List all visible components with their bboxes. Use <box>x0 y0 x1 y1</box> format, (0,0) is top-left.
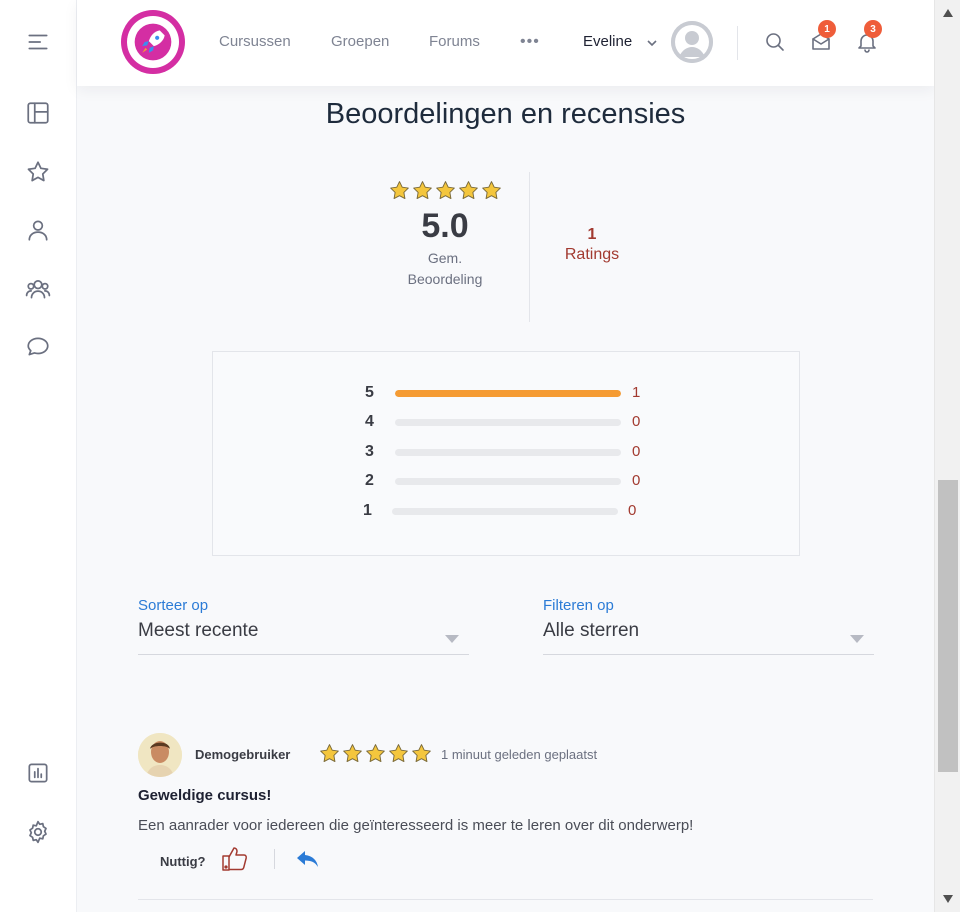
nav-forums[interactable]: Forums <box>429 33 480 50</box>
page-scrollbar[interactable] <box>934 0 960 912</box>
rating-row-stars: 4 <box>365 413 374 430</box>
site-logo[interactable] <box>121 10 185 74</box>
reply-icon[interactable] <box>296 849 320 869</box>
nav-more-button[interactable]: ••• <box>520 33 540 51</box>
review-stars <box>319 743 432 764</box>
rating-row-stars: 1 <box>363 502 372 519</box>
rating-row-3[interactable]: 3 0 <box>213 441 801 463</box>
rating-row-count: 1 <box>632 384 641 401</box>
rating-row-count: 0 <box>632 413 641 430</box>
rating-row-2[interactable]: 2 0 <box>213 470 801 492</box>
rocket-icon <box>127 16 179 68</box>
average-label-line2: Beoordeling <box>407 271 483 287</box>
average-label-line1: Gem. <box>427 250 463 266</box>
rating-bar-track <box>392 508 618 515</box>
average-rating-summary: 5.0 Gem. Beoordeling <box>384 180 506 290</box>
star-icon <box>411 743 432 764</box>
rating-bar-track <box>395 449 621 456</box>
summary-divider <box>529 172 530 322</box>
analytics-icon[interactable] <box>24 759 52 787</box>
sort-value: Meest recente <box>138 620 259 641</box>
star-icon <box>319 743 340 764</box>
rating-row-stars: 5 <box>365 384 374 401</box>
action-divider <box>274 849 275 869</box>
rating-row-count: 0 <box>632 472 641 489</box>
nav-groepen[interactable]: Groepen <box>331 33 389 50</box>
star-icon <box>342 743 363 764</box>
user-icon[interactable] <box>24 216 52 244</box>
rating-bar-fill <box>395 390 621 397</box>
review-separator <box>138 899 873 900</box>
star-icon <box>435 180 456 201</box>
review-text: Een aanrader voor iedereen die geïnteres… <box>138 817 694 834</box>
average-rating-value: 5.0 <box>421 207 469 245</box>
star-icon[interactable] <box>24 158 52 186</box>
user-name[interactable]: Eveline <box>583 33 632 50</box>
rating-bar-track <box>395 419 621 426</box>
thumbs-up-icon[interactable] <box>220 844 250 872</box>
left-sidebar <box>0 0 77 912</box>
filter-select[interactable]: Alle sterren <box>543 620 874 655</box>
scroll-down-arrow-icon[interactable] <box>941 892 955 906</box>
star-icon <box>365 743 386 764</box>
groups-icon[interactable] <box>24 275 52 303</box>
reviewer-avatar[interactable] <box>138 733 182 777</box>
ratings-label: Ratings <box>564 246 620 263</box>
filter-label: Filteren op <box>543 597 614 614</box>
rating-breakdown: 5 1 4 0 3 0 2 0 1 0 <box>212 351 800 556</box>
messages-badge: 1 <box>818 20 836 38</box>
rating-row-stars: 3 <box>365 443 374 460</box>
star-icon <box>412 180 433 201</box>
rating-row-4[interactable]: 4 0 <box>213 411 801 433</box>
filter-dropdown[interactable]: Filteren op Alle sterren <box>543 597 874 655</box>
forum-chat-icon[interactable] <box>24 333 52 361</box>
rating-row-1[interactable]: 1 0 <box>213 500 801 522</box>
caret-down-icon <box>445 630 459 643</box>
star-icon <box>481 180 502 201</box>
chevron-down-icon[interactable] <box>646 36 658 48</box>
rating-bar-track <box>395 478 621 485</box>
search-icon[interactable] <box>763 30 787 54</box>
filter-value: Alle sterren <box>543 620 640 641</box>
rating-row-count: 0 <box>628 502 637 519</box>
sort-label: Sorteer op <box>138 597 209 614</box>
caret-down-icon <box>850 630 864 643</box>
rating-row-count: 0 <box>632 443 641 460</box>
page-title: Beoordelingen en recensies <box>325 98 686 130</box>
average-rating-label: Gem. Beoordeling <box>384 248 506 290</box>
top-header: Cursussen Groepen Forums ••• Eveline 1 3 <box>77 0 934 86</box>
star-icon <box>458 180 479 201</box>
average-stars <box>384 180 506 201</box>
gear-icon[interactable] <box>24 818 52 846</box>
helpful-label: Nuttig? <box>160 854 206 869</box>
sort-select[interactable]: Meest recente <box>138 620 469 655</box>
sort-dropdown[interactable]: Sorteer op Meest recente <box>138 597 469 655</box>
review-time: 1 minuut geleden geplaatst <box>441 747 598 762</box>
avatar[interactable] <box>671 21 713 63</box>
rating-bar-track <box>395 390 621 397</box>
dashboard-icon[interactable] <box>24 99 52 127</box>
ratings-count: 1 <box>587 226 597 243</box>
nav-cursussen[interactable]: Cursussen <box>219 33 291 50</box>
ratings-total: 1 Ratings <box>544 226 640 264</box>
rating-row-stars: 2 <box>365 472 374 489</box>
rating-row-5[interactable]: 5 1 <box>213 382 801 404</box>
review-title: Geweldige cursus! <box>138 787 272 804</box>
star-icon <box>388 743 409 764</box>
reviewer-name[interactable]: Demogebruiker <box>195 747 290 762</box>
menu-icon[interactable] <box>24 28 52 56</box>
scroll-thumb[interactable] <box>938 480 958 772</box>
star-icon <box>389 180 410 201</box>
scroll-up-arrow-icon[interactable] <box>941 6 955 20</box>
header-divider <box>737 26 738 60</box>
notifications-badge: 3 <box>864 20 882 38</box>
